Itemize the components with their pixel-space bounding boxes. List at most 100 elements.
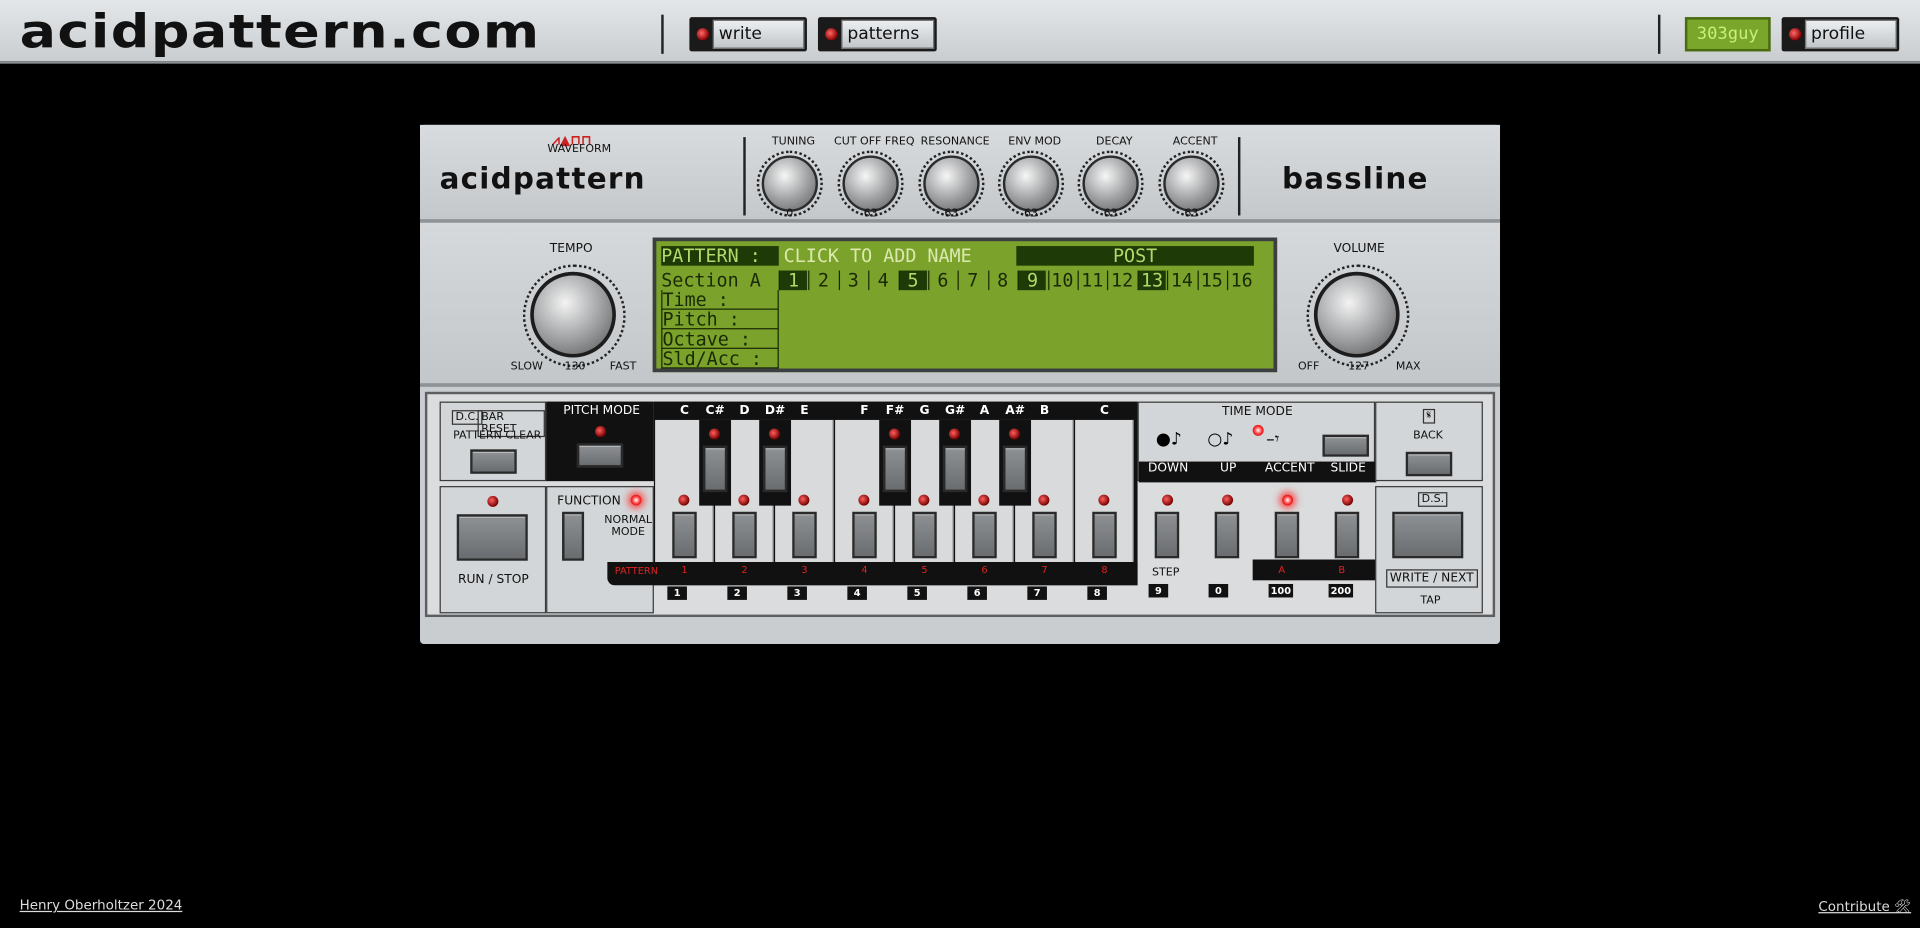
function-panel: FUNCTION NORMAL MODE [546, 486, 654, 614]
lcd-name-prompt[interactable]: CLICK TO ADD NAME [784, 246, 972, 266]
knob-2[interactable] [923, 155, 980, 212]
key-button[interactable] [852, 511, 877, 559]
knob-0[interactable] [761, 155, 818, 212]
nav-write-button[interactable]: write [689, 17, 807, 52]
note-label: A [979, 404, 990, 418]
lcd-step[interactable]: 2 [808, 271, 837, 291]
key-button[interactable] [882, 445, 908, 493]
key-button[interactable] [1002, 445, 1028, 493]
note-label: C [1100, 404, 1109, 418]
number-label: 6 [967, 586, 987, 600]
tempo-knob[interactable] [530, 271, 616, 358]
pattern-number: 2 [741, 564, 748, 576]
divider [661, 14, 664, 54]
pattern-clear-label: PATTERN CLEAR [453, 429, 542, 442]
knob-value: 0 [786, 208, 794, 221]
lcd-step[interactable]: 3 [838, 271, 867, 291]
lcd-step[interactable]: 14 [1167, 271, 1195, 291]
function-button[interactable] [562, 511, 585, 561]
key-button[interactable] [792, 511, 817, 559]
lcd-step[interactable]: 6 [928, 271, 956, 291]
contribute-link[interactable]: Contribute 🛠 [1818, 899, 1911, 915]
lcd-step[interactable]: 5 [898, 271, 927, 291]
lcd-screen[interactable]: PATTERN : CLICK TO ADD NAME POST Section… [652, 237, 1278, 373]
knob-4[interactable] [1082, 155, 1139, 212]
mode-led-icon [1162, 494, 1174, 506]
waveform-label: WAVEFORM [547, 143, 612, 156]
key-button[interactable] [732, 511, 757, 559]
number-label: 1 [667, 586, 687, 600]
username-badge[interactable]: 303guy [1684, 17, 1771, 52]
pattern-clear-button[interactable] [470, 449, 517, 474]
key-button[interactable] [942, 445, 968, 493]
synth-header: ⩘▲⊓⊓ WAVEFORM acidpattern bassline TUNIN… [420, 124, 1501, 223]
key-button[interactable] [672, 511, 697, 559]
knob-1[interactable] [842, 155, 899, 212]
run-stop-button[interactable] [456, 514, 528, 561]
nav-patterns-button[interactable]: patterns [817, 17, 937, 52]
profile-button[interactable]: profile [1781, 17, 1900, 52]
lcd-step[interactable]: 15 [1197, 271, 1225, 291]
pitch-mode-button[interactable] [576, 443, 624, 468]
lcd-sldacc-row: Sld/Acc : [661, 348, 779, 369]
mode-button[interactable] [1334, 511, 1360, 559]
mode-button[interactable] [1274, 511, 1300, 559]
nav-patterns-label: patterns [841, 19, 935, 49]
knob-3[interactable] [1002, 155, 1060, 212]
key-button[interactable] [1092, 511, 1117, 559]
number-label: 9 [1148, 583, 1169, 598]
top-bar: acidpattern.com write patterns 303guy pr… [0, 0, 1920, 64]
knob-value: 63 [1024, 208, 1039, 221]
key-button[interactable] [1032, 511, 1057, 559]
volume-knob[interactable] [1313, 271, 1400, 358]
lcd-step[interactable]: 11 [1077, 271, 1106, 291]
lcd-post-button[interactable]: POST [1016, 246, 1254, 266]
nav-write-label: write [712, 19, 805, 49]
note-label: D# [764, 404, 786, 418]
back-button[interactable] [1405, 451, 1453, 477]
lcd-pitch-row: Pitch : [661, 309, 779, 329]
mode-button[interactable] [1154, 511, 1180, 559]
key-button[interactable] [762, 445, 788, 493]
run-stop-panel: RUN / STOP [439, 486, 547, 614]
lcd-step[interactable]: 12 [1107, 271, 1135, 291]
lcd-step[interactable]: 16 [1226, 271, 1255, 291]
mode-label: DOWN [1147, 461, 1189, 476]
key-button[interactable] [912, 511, 937, 559]
knob-value: 63 [863, 208, 878, 221]
a-label: A [1278, 564, 1286, 576]
tempo-label: TEMPO [549, 242, 593, 256]
lcd-step[interactable]: 10 [1047, 271, 1076, 291]
mode-button[interactable] [1214, 511, 1240, 559]
tempo-min: SLOW [510, 361, 543, 374]
knob-label: ACCENT [1172, 135, 1218, 149]
lcd-section-label: Section A [661, 269, 761, 292]
key-led-icon [858, 494, 870, 506]
credit-link[interactable]: Henry Oberholtzer 2024 [20, 897, 183, 913]
profile-label: profile [1804, 19, 1897, 49]
note-label: B [1039, 404, 1050, 418]
lcd-step[interactable]: 9 [1017, 271, 1046, 291]
pitch-mode-label: PITCH MODE [563, 404, 641, 418]
led-icon [1788, 28, 1802, 41]
time-mode-button[interactable] [1322, 434, 1369, 457]
lcd-step[interactable]: 4 [868, 271, 896, 291]
lcd-step[interactable]: 13 [1137, 271, 1166, 291]
led-icon [696, 28, 709, 41]
pattern-number: 5 [921, 564, 928, 576]
key-led-icon [978, 494, 990, 506]
note-label: G [919, 404, 930, 418]
knob-5[interactable] [1163, 155, 1220, 212]
key-button[interactable] [702, 445, 728, 493]
key-led-icon [678, 494, 690, 506]
pattern-label: PATTERN [614, 565, 659, 577]
lcd-step[interactable]: 1 [778, 271, 807, 291]
site-logo[interactable]: acidpattern.com [20, 5, 541, 59]
lcd-step[interactable]: 8 [987, 271, 1016, 291]
write-next-button[interactable] [1392, 511, 1464, 559]
note-label: G# [944, 404, 966, 418]
lcd-step[interactable]: 7 [958, 271, 986, 291]
key-button[interactable] [972, 511, 997, 559]
note-label: C [679, 404, 689, 418]
number-label: 3 [787, 586, 807, 600]
